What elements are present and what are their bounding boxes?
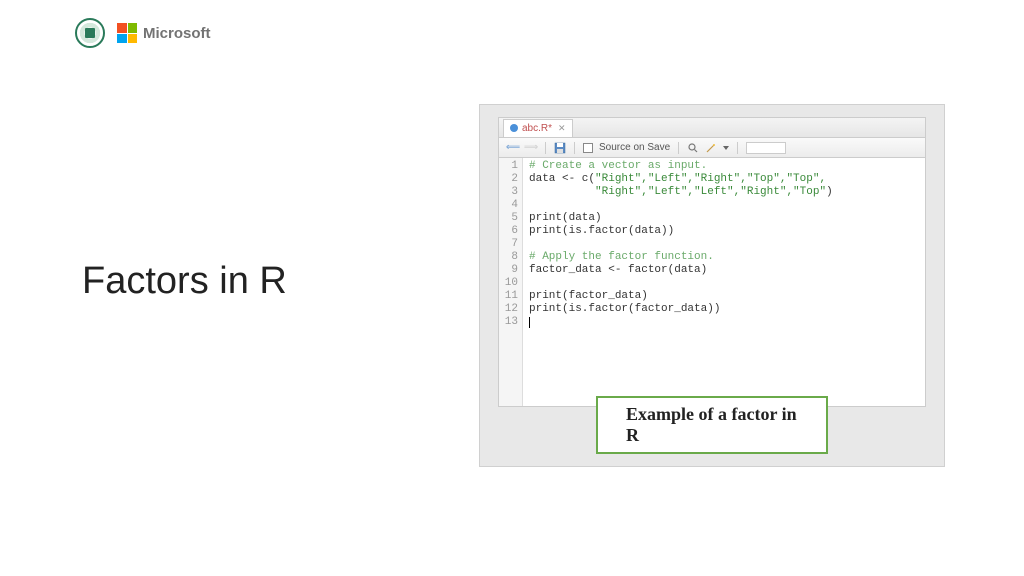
goto-line-input[interactable] [746, 142, 786, 154]
back-icon[interactable]: ⟸ [507, 142, 519, 154]
microsoft-wordmark: Microsoft [143, 25, 211, 42]
microsoft-squares-icon [117, 23, 137, 43]
magic-wand-icon[interactable] [705, 142, 717, 154]
caption-box: Example of a factor in R [596, 396, 828, 454]
close-icon[interactable]: ✕ [558, 123, 566, 134]
editor-tab-strip: abc.R* ✕ [499, 118, 925, 138]
source-on-save-checkbox[interactable] [583, 143, 593, 153]
dropdown-arrow-icon[interactable] [723, 146, 729, 150]
forward-icon[interactable]: ⟹ [525, 142, 537, 154]
code-area[interactable]: 1 2 3 4 5 6 7 8 9 10 11 12 13 # Create a… [499, 158, 925, 406]
institution-seal-logo [75, 18, 105, 48]
line-gutter: 1 2 3 4 5 6 7 8 9 10 11 12 13 [499, 158, 523, 406]
save-icon[interactable] [554, 142, 566, 154]
code-text[interactable]: # Create a vector as input. data <- c("R… [523, 158, 925, 406]
r-file-icon [510, 124, 518, 132]
code-editor-panel: abc.R* ✕ ⟸ ⟹ Source on Save [479, 104, 945, 467]
text-cursor [529, 317, 530, 328]
slide-header: Microsoft [75, 18, 211, 48]
microsoft-logo: Microsoft [117, 23, 211, 43]
search-icon[interactable] [687, 142, 699, 154]
slide-title: Factors in R [82, 260, 287, 303]
source-on-save-label: Source on Save [599, 142, 670, 153]
editor-toolbar: ⟸ ⟹ Source on Save [499, 138, 925, 158]
file-tab[interactable]: abc.R* ✕ [503, 119, 573, 137]
code-editor-window: abc.R* ✕ ⟸ ⟹ Source on Save [498, 117, 926, 407]
file-tab-name: abc.R* [522, 123, 552, 134]
